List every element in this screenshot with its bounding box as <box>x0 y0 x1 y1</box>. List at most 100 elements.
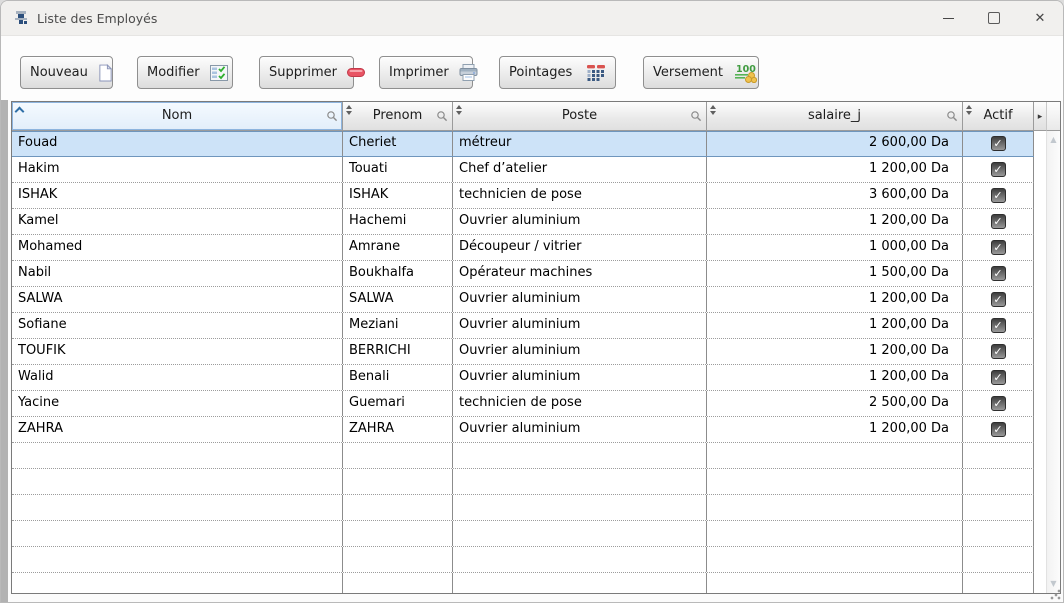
cell-salaire[interactable]: 1 200,00 Da <box>707 339 963 364</box>
cell-nom[interactable]: Walid <box>12 365 343 390</box>
column-header-poste[interactable]: Poste <box>453 102 707 131</box>
cell-poste[interactable]: Ouvrier aluminium <box>453 209 707 234</box>
close-button[interactable]: ✕ <box>1017 1 1063 35</box>
actif-checkbox[interactable]: ✓ <box>991 188 1006 203</box>
actif-checkbox[interactable]: ✓ <box>991 214 1006 229</box>
cell-actif[interactable]: ✓ <box>963 157 1034 182</box>
supprimer-button[interactable]: Supprimer <box>259 56 354 89</box>
cell-prenom[interactable]: BERRICHI <box>343 339 453 364</box>
cell-poste[interactable]: Ouvrier aluminium <box>453 339 707 364</box>
cell-prenom[interactable]: ZAHRA <box>343 417 453 442</box>
cell-poste[interactable]: Chef d’atelier <box>453 157 707 182</box>
cell-salaire[interactable]: 3 600,00 Da <box>707 183 963 208</box>
cell-salaire[interactable]: 1 200,00 Da <box>707 157 963 182</box>
table-row[interactable]: Fouad Cheriet métreur 2 600,00 Da ✓ <box>12 131 1034 157</box>
cell-actif[interactable]: ✓ <box>963 391 1034 416</box>
actif-checkbox[interactable]: ✓ <box>991 370 1006 385</box>
cell-salaire[interactable]: 2 600,00 Da <box>707 131 963 156</box>
cell-salaire[interactable]: 1 200,00 Da <box>707 313 963 338</box>
cell-actif[interactable]: ✓ <box>963 261 1034 286</box>
cell-nom[interactable]: Kamel <box>12 209 343 234</box>
column-header-salaire-j[interactable]: salaire_j <box>707 102 963 131</box>
pointages-button[interactable]: Pointages <box>499 56 616 89</box>
filter-icon[interactable] <box>946 110 958 122</box>
table-row[interactable]: Hakim Touati Chef d’atelier 1 200,00 Da … <box>12 157 1034 183</box>
cell-actif[interactable]: ✓ <box>963 235 1034 260</box>
column-chooser-button[interactable]: ▸ <box>1034 102 1047 131</box>
cell-poste[interactable]: Ouvrier aluminium <box>453 365 707 390</box>
actif-checkbox[interactable]: ✓ <box>991 318 1006 333</box>
cell-prenom[interactable]: Amrane <box>343 235 453 260</box>
vertical-scrollbar[interactable]: ▲ ▼ <box>1046 131 1060 593</box>
cell-prenom[interactable]: Hachemi <box>343 209 453 234</box>
table-row[interactable]: TOUFIK BERRICHI Ouvrier aluminium 1 200,… <box>12 339 1034 365</box>
cell-actif[interactable]: ✓ <box>963 183 1034 208</box>
imprimer-button[interactable]: Imprimer <box>379 56 473 89</box>
cell-nom[interactable]: Sofiane <box>12 313 343 338</box>
cell-actif[interactable]: ✓ <box>963 287 1034 312</box>
actif-checkbox[interactable]: ✓ <box>991 422 1006 437</box>
table-row[interactable]: SALWA SALWA Ouvrier aluminium 1 200,00 D… <box>12 287 1034 313</box>
cell-prenom[interactable]: Touati <box>343 157 453 182</box>
cell-actif[interactable]: ✓ <box>963 131 1034 156</box>
cell-nom[interactable]: Fouad <box>12 131 343 156</box>
column-header-actif[interactable]: Actif <box>963 102 1034 131</box>
cell-prenom[interactable]: Meziani <box>343 313 453 338</box>
cell-salaire[interactable]: 1 200,00 Da <box>707 287 963 312</box>
cell-actif[interactable]: ✓ <box>963 339 1034 364</box>
actif-checkbox[interactable]: ✓ <box>991 240 1006 255</box>
table-row[interactable]: ZAHRA ZAHRA Ouvrier aluminium 1 200,00 D… <box>12 417 1034 443</box>
cell-actif[interactable]: ✓ <box>963 313 1034 338</box>
actif-checkbox[interactable]: ✓ <box>991 396 1006 411</box>
versement-button[interactable]: Versement 100 <box>643 56 759 89</box>
cell-salaire[interactable]: 1 200,00 Da <box>707 209 963 234</box>
cell-poste[interactable]: métreur <box>453 131 707 156</box>
cell-nom[interactable]: Mohamed <box>12 235 343 260</box>
cell-salaire[interactable]: 2 500,00 Da <box>707 391 963 416</box>
table-row[interactable]: Nabil Boukhalfa Opérateur machines 1 500… <box>12 261 1034 287</box>
cell-poste[interactable]: technicien de pose <box>453 391 707 416</box>
column-header-prenom[interactable]: Prenom <box>343 102 453 131</box>
cell-salaire[interactable]: 1 200,00 Da <box>707 417 963 442</box>
filter-icon[interactable] <box>690 110 702 122</box>
nouveau-button[interactable]: Nouveau <box>20 56 113 89</box>
cell-nom[interactable]: ZAHRA <box>12 417 343 442</box>
cell-nom[interactable]: Hakim <box>12 157 343 182</box>
cell-poste[interactable]: Découpeur / vitrier <box>453 235 707 260</box>
actif-checkbox[interactable]: ✓ <box>991 344 1006 359</box>
table-row[interactable]: Kamel Hachemi Ouvrier aluminium 1 200,00… <box>12 209 1034 235</box>
cell-actif[interactable]: ✓ <box>963 209 1034 234</box>
modifier-button[interactable]: Modifier <box>137 56 233 89</box>
actif-checkbox[interactable]: ✓ <box>991 136 1006 151</box>
cell-nom[interactable]: SALWA <box>12 287 343 312</box>
cell-nom[interactable]: TOUFIK <box>12 339 343 364</box>
column-header-nom[interactable]: Nom <box>12 102 343 131</box>
filter-icon[interactable] <box>436 110 448 122</box>
cell-prenom[interactable]: Boukhalfa <box>343 261 453 286</box>
titlebar[interactable]: Liste des Employés ✕ <box>1 1 1063 36</box>
cell-nom[interactable]: Nabil <box>12 261 343 286</box>
minimize-button[interactable] <box>925 1 971 35</box>
filter-icon[interactable] <box>326 110 338 122</box>
cell-poste[interactable]: Opérateur machines <box>453 261 707 286</box>
actif-checkbox[interactable]: ✓ <box>991 162 1006 177</box>
cell-prenom[interactable]: Cheriet <box>343 131 453 156</box>
cell-salaire[interactable]: 1 200,00 Da <box>707 365 963 390</box>
cell-poste[interactable]: technicien de pose <box>453 183 707 208</box>
cell-prenom[interactable]: Guemari <box>343 391 453 416</box>
cell-poste[interactable]: Ouvrier aluminium <box>453 313 707 338</box>
maximize-button[interactable] <box>971 1 1017 35</box>
actif-checkbox[interactable]: ✓ <box>991 266 1006 281</box>
scroll-up-icon[interactable]: ▲ <box>1047 133 1060 147</box>
cell-nom[interactable]: Yacine <box>12 391 343 416</box>
cell-poste[interactable]: Ouvrier aluminium <box>453 417 707 442</box>
table-row[interactable]: Walid Benali Ouvrier aluminium 1 200,00 … <box>12 365 1034 391</box>
table-row[interactable]: ISHAK ISHAK technicien de pose 3 600,00 … <box>12 183 1034 209</box>
cell-prenom[interactable]: SALWA <box>343 287 453 312</box>
cell-salaire[interactable]: 1 500,00 Da <box>707 261 963 286</box>
window-resize-grip[interactable] <box>1050 589 1061 600</box>
cell-salaire[interactable]: 1 000,00 Da <box>707 235 963 260</box>
cell-actif[interactable]: ✓ <box>963 417 1034 442</box>
actif-checkbox[interactable]: ✓ <box>991 292 1006 307</box>
cell-nom[interactable]: ISHAK <box>12 183 343 208</box>
